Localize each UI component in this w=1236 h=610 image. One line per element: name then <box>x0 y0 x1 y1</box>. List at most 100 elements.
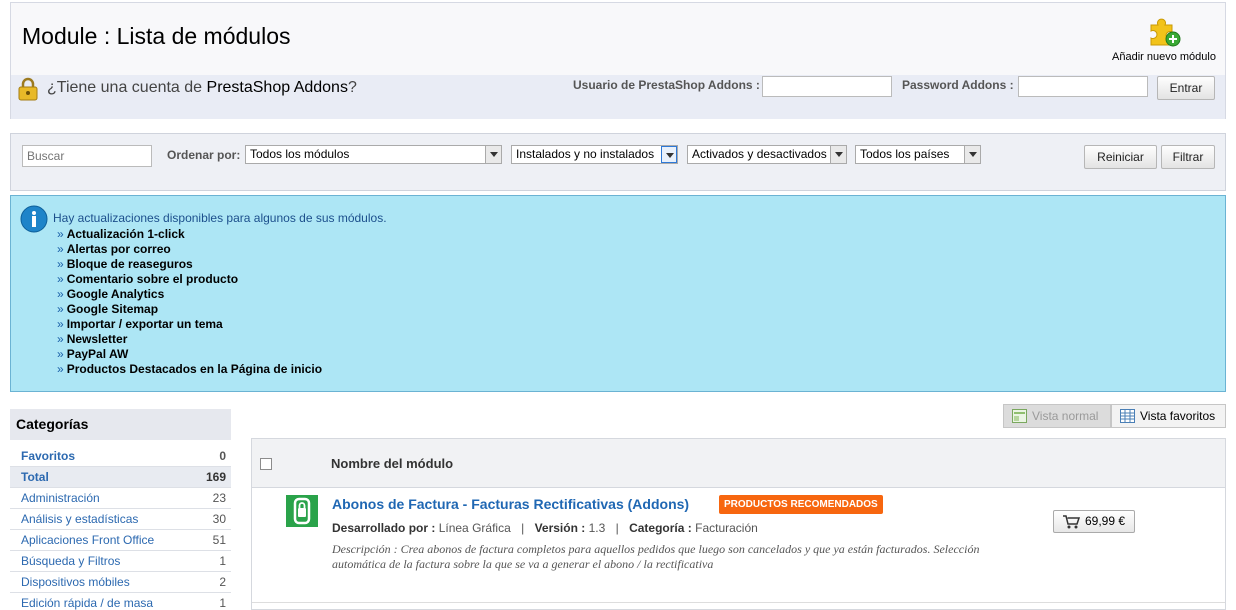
bullet-icon: » <box>57 317 64 331</box>
bullet-icon: » <box>57 347 64 361</box>
table-row: Abonos de Factura - Facturas Rectificati… <box>252 488 1225 603</box>
update-item[interactable]: » Newsletter <box>57 332 322 347</box>
update-item[interactable]: » Productos Destacados en la Página de in… <box>57 362 322 377</box>
update-item[interactable]: » Google Analytics <box>57 287 322 302</box>
price-value: 69,99 € <box>1085 514 1126 528</box>
bullet-icon: » <box>57 272 64 286</box>
category-item[interactable]: Edición rápida / de masa 1 <box>10 593 231 610</box>
lock-icon <box>18 77 38 101</box>
update-item-label: Newsletter <box>66 332 128 346</box>
select-installed-value: Instalados y no instalados <box>516 147 655 161</box>
addons-brand: PrestaShop Addons <box>206 79 348 96</box>
category-label: Administración <box>21 491 100 505</box>
addons-question: ¿Tiene una cuenta de PrestaShop Addons? <box>47 79 357 97</box>
update-item-label: Importar / exportar un tema <box>66 317 223 331</box>
version-value: 1.3 <box>588 521 606 535</box>
bullet-icon: » <box>57 227 64 241</box>
chevron-down-icon <box>485 146 501 163</box>
bullet-icon: » <box>57 332 64 346</box>
update-item-label: Google Analytics <box>66 287 165 301</box>
buy-price-button[interactable]: 69,99 € <box>1053 510 1135 533</box>
addons-user-label: Usuario de PrestaShop Addons : <box>573 78 760 92</box>
addons-question-prefix: ¿Tiene una cuenta de <box>47 79 207 96</box>
module-name-link[interactable]: Abonos de Factura - Facturas Rectificati… <box>332 496 689 512</box>
select-modules-value: Todos los módulos <box>250 147 350 161</box>
search-input[interactable] <box>22 145 152 167</box>
updates-message: Hay actualizaciones disponibles para alg… <box>53 211 387 225</box>
add-module-button[interactable]: Añadir nuevo módulo <box>1109 13 1219 63</box>
category-label: Total <box>21 470 49 484</box>
order-label: Ordenar por: <box>167 148 241 162</box>
reset-button[interactable]: Reiniciar <box>1084 145 1157 169</box>
update-item[interactable]: » Actualización 1-click <box>57 227 322 242</box>
lock-device-icon <box>286 495 318 527</box>
chevron-down-icon <box>661 146 677 163</box>
addons-password-label: Password Addons : <box>902 78 1014 92</box>
module-table-header: Nombre del módulo <box>252 439 1225 488</box>
category-label: Edición rápida / de masa <box>21 596 154 610</box>
chevron-down-icon <box>830 146 846 163</box>
category-item[interactable]: Administración 23 <box>10 488 231 509</box>
recommended-badge: PRODUCTOS RECOMENDADOS <box>719 495 883 514</box>
category-count: 1 <box>219 554 226 568</box>
select-installed[interactable]: Instalados y no instalados <box>511 145 678 164</box>
category-value: Facturación <box>695 521 758 535</box>
table-view-icon <box>1120 409 1135 423</box>
update-item-label: Comentario sobre el producto <box>66 272 239 286</box>
filter-bar: Ordenar por: Todos los módulos Instalado… <box>10 133 1226 191</box>
select-countries[interactable]: Todos los países <box>855 145 981 164</box>
select-all-checkbox[interactable] <box>260 458 272 470</box>
module-meta: Desarrollado por : Línea Gráfica | Versi… <box>332 521 758 535</box>
update-item[interactable]: » Comentario sobre el producto <box>57 272 322 287</box>
filter-button[interactable]: Filtrar <box>1161 145 1215 169</box>
page-header: Module : Lista de módulos Añadir nuevo m… <box>10 2 1226 119</box>
normal-view-icon <box>1012 409 1027 423</box>
category-label: Favoritos <box>21 449 76 463</box>
version-label: Versión : <box>534 521 586 535</box>
category-item[interactable]: Búsqueda y Filtros 1 <box>10 551 231 572</box>
update-item[interactable]: » Alertas por correo <box>57 242 322 257</box>
update-item-label: Google Sitemap <box>66 302 159 316</box>
bullet-icon: » <box>57 257 64 271</box>
category-count: 30 <box>212 512 226 526</box>
categories-list: Favoritos 0 Total 169 Administración 23 Anális… <box>10 446 231 610</box>
module-description: Descripción : Crea abonos de factura com… <box>332 542 980 571</box>
bullet-icon: » <box>57 242 64 256</box>
update-item-label: PayPal AW <box>66 347 129 361</box>
puzzle-add-icon <box>1150 18 1181 47</box>
category-item[interactable]: Dispositivos móbiles 2 <box>10 572 231 593</box>
addons-login-button[interactable]: Entrar <box>1157 76 1215 100</box>
update-item[interactable]: » Bloque de reaseguros <box>57 257 322 272</box>
addons-password-input[interactable] <box>1018 76 1148 97</box>
category-label: Aplicaciones Front Office <box>21 533 155 547</box>
page-title: Module : Lista de módulos <box>22 23 291 49</box>
bullet-icon: » <box>57 362 64 376</box>
select-enabled[interactable]: Activados y desactivados <box>687 145 847 164</box>
addons-user-input[interactable] <box>762 76 892 97</box>
update-item-label: Productos Destacados en la Página de ini… <box>66 362 323 376</box>
select-modules[interactable]: Todos los módulos <box>245 145 502 164</box>
column-module-name: Nombre del módulo <box>331 456 454 471</box>
add-module-label: Añadir nuevo módulo <box>1112 51 1216 63</box>
categories-heading: Categorías <box>10 409 231 440</box>
category-label: Análisis y estadísticas <box>21 512 139 526</box>
update-item[interactable]: » Importar / exportar un tema <box>57 317 322 332</box>
favorites-view-button[interactable]: Vista favoritos <box>1111 404 1226 428</box>
update-item[interactable]: » PayPal AW <box>57 347 322 362</box>
bullet-icon: » <box>57 302 64 316</box>
normal-view-label: Vista normal <box>1032 409 1099 423</box>
categories-panel: Categorías Favoritos 0 Total 169 Administrac… <box>10 409 231 610</box>
category-label: Dispositivos móbiles <box>21 575 130 589</box>
update-item[interactable]: » Google Sitemap <box>57 302 322 317</box>
developer-label: Desarrollado por : <box>332 521 436 535</box>
category-item[interactable]: Aplicaciones Front Office 51 <box>10 530 231 551</box>
cart-icon <box>1063 515 1080 529</box>
bullet-icon: » <box>57 287 64 301</box>
normal-view-button[interactable]: Vista normal <box>1003 404 1111 428</box>
category-item[interactable]: Análisis y estadísticas 30 <box>10 509 231 530</box>
category-item[interactable]: Favoritos 0 <box>10 446 231 467</box>
category-label: Categoría : <box>629 521 692 535</box>
category-item[interactable]: Total 169 <box>10 467 231 488</box>
updates-list: » Actualización 1-click» Alertas por corre… <box>57 227 322 377</box>
category-count: 23 <box>212 491 226 505</box>
